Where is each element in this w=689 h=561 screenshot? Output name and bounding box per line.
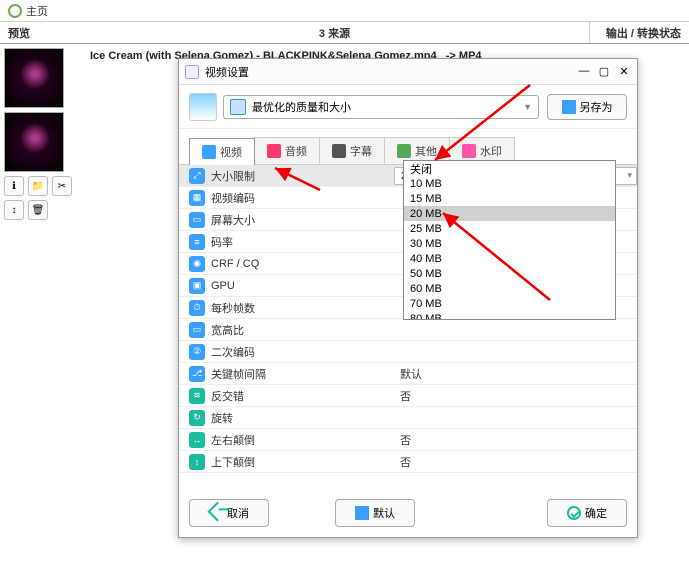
header-source: 3 来源 <box>80 22 589 43</box>
home-icon <box>8 4 22 18</box>
gpu-label: GPU <box>211 280 235 292</box>
flip-h-value[interactable]: 否 <box>394 432 637 448</box>
column-headers: 预览 3 来源 输出 / 转换状态 <box>0 22 689 44</box>
size-limit-icon: ⤢ <box>189 168 205 184</box>
fps-icon: ⏱ <box>189 300 205 316</box>
thumbnail-2[interactable] <box>4 112 64 172</box>
option-40-MB[interactable]: 40 MB <box>404 251 615 266</box>
tab-video[interactable]: 视频 <box>189 138 255 165</box>
gpu-icon: ▣ <box>189 278 205 294</box>
flip-v-icon: ↕ <box>189 454 205 470</box>
bitrate-icon: ≡ <box>189 234 205 250</box>
chevron-down-icon: ▾ <box>627 170 632 181</box>
flip-h-icon: ↔ <box>189 432 205 448</box>
option-60-MB[interactable]: 60 MB <box>404 281 615 296</box>
watermark-icon <box>462 144 476 158</box>
prop-deinterlace[interactable]: ≋ 反交错 否 <box>179 385 637 407</box>
thumbnail-1[interactable] <box>4 48 64 108</box>
option-25-MB[interactable]: 25 MB <box>404 221 615 236</box>
default-button[interactable]: 默认 <box>335 499 415 527</box>
prop-aspect[interactable]: ▭ 宽高比 <box>179 319 637 341</box>
prop-two-pass[interactable]: ② 二次编码 <box>179 341 637 363</box>
crf-cq-label: CRF / CQ <box>211 258 259 270</box>
deinterlace-icon: ≋ <box>189 388 205 404</box>
tab-subtitle[interactable]: 字幕 <box>319 137 385 164</box>
subtitle-icon <box>332 144 346 158</box>
size-limit-dropdown[interactable]: 关闭10 MB15 MB20 MB25 MB30 MB40 MB50 MB60 … <box>403 160 616 320</box>
prop-keyframe[interactable]: ⎇ 关键帧间隔 默认 <box>179 363 637 385</box>
option-50-MB[interactable]: 50 MB <box>404 266 615 281</box>
thumb-action-4[interactable]: 🗑 <box>28 200 48 220</box>
crf-cq-icon: ◉ <box>189 256 205 272</box>
preset-select[interactable]: 最优化的质量和大小 ▼ <box>223 95 539 119</box>
option-70-MB[interactable]: 70 MB <box>404 296 615 311</box>
thumb-action-1[interactable]: 📁 <box>28 176 48 196</box>
ok-button[interactable]: 确定 <box>547 499 627 527</box>
two-pass-label: 二次编码 <box>211 344 255 360</box>
video-icon <box>202 145 216 159</box>
thumbnail-toolbar: ℹ📁✂ ↕🗑 <box>4 176 76 220</box>
thumb-action-0[interactable]: ℹ <box>4 176 24 196</box>
prop-flip-v[interactable]: ↕ 上下颠倒 否 <box>179 451 637 473</box>
flip-v-label: 上下颠倒 <box>211 454 255 470</box>
keyframe-value[interactable]: 默认 <box>394 366 637 382</box>
thumb-action-3[interactable]: ↕ <box>4 200 24 220</box>
keyframe-icon: ⎇ <box>189 366 205 382</box>
fps-label: 每秒帧数 <box>211 300 255 316</box>
size-limit-label: 大小限制 <box>211 168 255 184</box>
aspect-label: 宽高比 <box>211 322 244 338</box>
option-10-MB[interactable]: 10 MB <box>404 176 615 191</box>
option-关闭[interactable]: 关闭 <box>404 161 615 176</box>
aspect-icon: ▭ <box>189 322 205 338</box>
audio-icon <box>267 144 281 158</box>
preset-label: 最优化的质量和大小 <box>252 99 351 115</box>
preset-icon <box>230 99 246 115</box>
screen-size-icon: ▭ <box>189 212 205 228</box>
chevron-down-icon: ▼ <box>523 102 532 112</box>
home-label[interactable]: 主页 <box>26 3 48 19</box>
header-output: 输出 / 转换状态 <box>589 22 689 43</box>
flip-h-label: 左右颠倒 <box>211 432 255 448</box>
header-preview: 预览 <box>0 22 80 43</box>
printer-icon <box>355 506 369 520</box>
option-80-MB[interactable]: 80 MB <box>404 311 615 320</box>
cancel-button[interactable]: 取消 <box>189 499 269 527</box>
option-15-MB[interactable]: 15 MB <box>404 191 615 206</box>
keyframe-label: 关键帧间隔 <box>211 366 266 382</box>
video-codec-icon: ▦ <box>189 190 205 206</box>
rotate-label: 旋转 <box>211 410 233 426</box>
thumb-action-2[interactable]: ✂ <box>52 176 72 196</box>
prop-rotate[interactable]: ↻ 旋转 <box>179 407 637 429</box>
check-icon <box>567 506 581 520</box>
app-topbar: 主页 <box>0 0 689 22</box>
dialog-titlebar: 视频设置 — ▢ ✕ <box>179 59 637 85</box>
device-icon[interactable] <box>189 93 217 121</box>
dialog-icon <box>185 65 199 79</box>
preview-pane: ℹ📁✂ ↕🗑 <box>0 44 80 561</box>
close-button[interactable]: ✕ <box>617 65 631 78</box>
back-icon <box>208 502 228 522</box>
rotate-icon: ↻ <box>189 410 205 426</box>
flip-v-value[interactable]: 否 <box>394 454 637 470</box>
option-20-MB[interactable]: 20 MB <box>404 206 615 221</box>
minimize-button[interactable]: — <box>577 65 591 78</box>
maximize-button[interactable]: ▢ <box>597 65 611 78</box>
two-pass-icon: ② <box>189 344 205 360</box>
dialog-title: 视频设置 <box>205 64 249 80</box>
video-codec-label: 视频编码 <box>211 190 255 206</box>
save-icon <box>562 100 576 114</box>
deinterlace-label: 反交错 <box>211 388 244 404</box>
screen-size-label: 屏幕大小 <box>211 212 255 228</box>
prop-flip-h[interactable]: ↔ 左右颠倒 否 <box>179 429 637 451</box>
option-30-MB[interactable]: 30 MB <box>404 236 615 251</box>
other-icon <box>397 144 411 158</box>
bitrate-label: 码率 <box>211 234 233 250</box>
deinterlace-value[interactable]: 否 <box>394 388 637 404</box>
save-as-label: 另存为 <box>580 99 613 115</box>
save-as-button[interactable]: 另存为 <box>547 94 627 120</box>
prop-filter[interactable]: ⛃过滤器关闭 <box>179 473 637 475</box>
tab-audio[interactable]: 音频 <box>254 137 320 164</box>
